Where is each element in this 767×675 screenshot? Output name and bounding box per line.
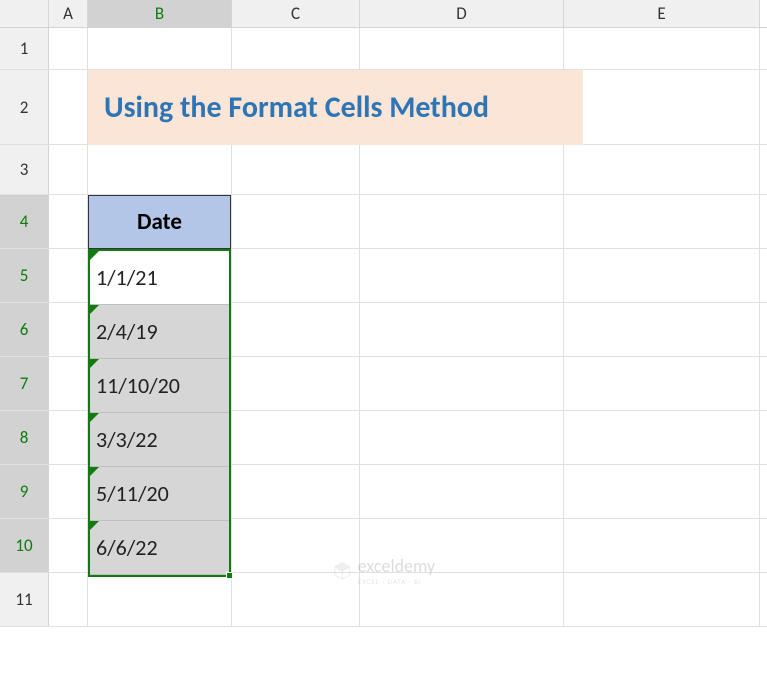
watermark-tagline: EXCEL · DATA · BI	[358, 577, 435, 586]
watermark-cube-icon	[332, 561, 352, 581]
cell-A3[interactable]	[49, 145, 88, 194]
cell-value: 2/4/19	[96, 318, 158, 345]
cell-date-2[interactable]: 11/10/20	[90, 359, 229, 413]
cell-D1[interactable]	[360, 28, 564, 69]
cell-E11[interactable]	[564, 573, 760, 626]
cell-E5[interactable]	[564, 249, 760, 302]
cell-D5[interactable]	[360, 249, 564, 302]
cell-E6[interactable]	[564, 303, 760, 356]
cell-C4[interactable]	[232, 195, 360, 248]
text-stored-as-number-icon	[90, 413, 99, 422]
select-all-corner[interactable]	[0, 0, 49, 27]
cell-date-4[interactable]: 5/11/20	[90, 467, 229, 521]
cell-value: 5/11/20	[96, 480, 169, 507]
cell-B1[interactable]	[88, 28, 232, 69]
row-header-10[interactable]: 10	[0, 519, 49, 572]
text-stored-as-number-icon	[90, 467, 99, 476]
column-headers-row: A B C D E	[0, 0, 767, 28]
row-header-9[interactable]: 9	[0, 465, 49, 518]
watermark: exceldemy EXCEL · DATA · BI	[332, 555, 435, 586]
cell-C5[interactable]	[232, 249, 360, 302]
cell-value: 1/1/21	[96, 264, 158, 291]
cell-D9[interactable]	[360, 465, 564, 518]
row-3: 3	[0, 145, 767, 195]
cell-D4[interactable]	[360, 195, 564, 248]
cell-A11[interactable]	[49, 573, 88, 626]
cell-B11[interactable]	[88, 573, 232, 626]
cell-date-5[interactable]: 6/6/22	[90, 521, 229, 575]
cell-A1[interactable]	[49, 28, 88, 69]
cell-D8[interactable]	[360, 411, 564, 464]
row-header-3[interactable]: 3	[0, 145, 49, 194]
text-stored-as-number-icon	[90, 359, 99, 368]
row-header-5[interactable]: 5	[0, 249, 49, 302]
cell-A6[interactable]	[49, 303, 88, 356]
cell-C9[interactable]	[232, 465, 360, 518]
row-1: 1	[0, 28, 767, 70]
cell-C8[interactable]	[232, 411, 360, 464]
cell-E3[interactable]	[564, 145, 760, 194]
col-header-B[interactable]: B	[88, 0, 232, 27]
row-header-2[interactable]: 2	[0, 70, 49, 144]
cell-date-0[interactable]: 1/1/21	[90, 251, 229, 305]
date-table: Date 1/1/21 2/4/19 11/10/20 3/3/22 5/11/…	[88, 195, 231, 577]
cell-A4[interactable]	[49, 195, 88, 248]
cell-C1[interactable]	[232, 28, 360, 69]
cell-A2[interactable]	[49, 70, 88, 144]
row-header-11[interactable]: 11	[0, 573, 49, 626]
cell-A5[interactable]	[49, 249, 88, 302]
cell-E9[interactable]	[564, 465, 760, 518]
cell-value: 11/10/20	[96, 372, 180, 399]
cell-A9[interactable]	[49, 465, 88, 518]
col-header-A[interactable]: A	[49, 0, 88, 27]
cell-value: 3/3/22	[96, 426, 158, 453]
fill-handle[interactable]	[226, 572, 233, 579]
cell-E2[interactable]	[564, 70, 760, 144]
row-header-1[interactable]: 1	[0, 28, 49, 69]
cell-E8[interactable]	[564, 411, 760, 464]
table-header-date[interactable]: Date	[88, 195, 231, 249]
cell-date-1[interactable]: 2/4/19	[90, 305, 229, 359]
cell-A8[interactable]	[49, 411, 88, 464]
cell-value: 6/6/22	[96, 534, 158, 561]
row-header-6[interactable]: 6	[0, 303, 49, 356]
cell-C3[interactable]	[232, 145, 360, 194]
row-header-4[interactable]: 4	[0, 195, 49, 248]
col-header-C[interactable]: C	[232, 0, 360, 27]
watermark-brand: exceldemy	[358, 555, 435, 577]
cell-date-3[interactable]: 3/3/22	[90, 413, 229, 467]
row-header-7[interactable]: 7	[0, 357, 49, 410]
cell-D7[interactable]	[360, 357, 564, 410]
col-header-D[interactable]: D	[360, 0, 564, 27]
cell-D3[interactable]	[360, 145, 564, 194]
cell-C7[interactable]	[232, 357, 360, 410]
cell-D6[interactable]	[360, 303, 564, 356]
text-stored-as-number-icon	[90, 305, 99, 314]
cell-E1[interactable]	[564, 28, 760, 69]
title-merged-cell[interactable]: Using the Format Cells Method	[88, 70, 583, 145]
cell-A7[interactable]	[49, 357, 88, 410]
cell-A10[interactable]	[49, 519, 88, 572]
col-header-E[interactable]: E	[564, 0, 760, 27]
selection-range[interactable]: 1/1/21 2/4/19 11/10/20 3/3/22 5/11/20 6/…	[88, 249, 231, 577]
page-title: Using the Format Cells Method	[104, 89, 489, 126]
cell-C6[interactable]	[232, 303, 360, 356]
cell-E4[interactable]	[564, 195, 760, 248]
text-stored-as-number-icon	[90, 251, 99, 260]
text-stored-as-number-icon	[90, 521, 99, 530]
cell-E10[interactable]	[564, 519, 760, 572]
cell-E7[interactable]	[564, 357, 760, 410]
row-header-8[interactable]: 8	[0, 411, 49, 464]
cell-B3[interactable]	[88, 145, 232, 194]
